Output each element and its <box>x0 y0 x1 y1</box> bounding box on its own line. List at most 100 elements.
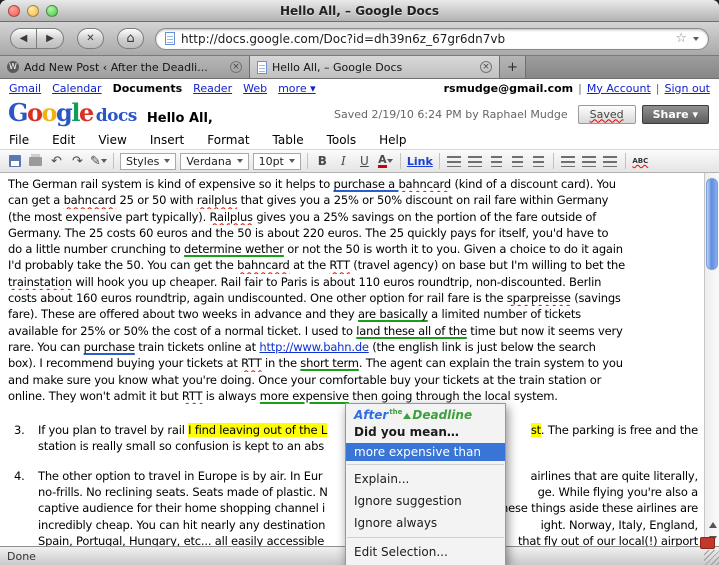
zoom-window-button[interactable] <box>46 5 58 17</box>
window-controls <box>8 5 58 17</box>
text-segment: bahncard <box>237 258 290 273</box>
scrollbar-thumb[interactable] <box>706 178 718 270</box>
indent-decrease-button[interactable] <box>488 153 505 170</box>
line-right-fragment: ight. Norway, Italy, England, <box>540 517 699 533</box>
save-button-toolbar[interactable] <box>6 153 23 170</box>
menu-item-edit[interactable]: Edit <box>52 133 75 147</box>
indent-increase-button[interactable] <box>509 153 526 170</box>
google-service-link[interactable]: Calendar <box>52 82 101 95</box>
undo-button[interactable]: ↶ <box>48 153 65 170</box>
share-button[interactable]: Share ▾ <box>641 104 709 124</box>
popup-menu-item[interactable]: Ignore always <box>346 512 505 534</box>
logo-letter: g <box>56 97 73 127</box>
google-service-link[interactable]: Gmail <box>9 82 41 95</box>
tab-close-icon[interactable]: × <box>230 61 242 73</box>
align-left-button[interactable] <box>560 153 577 170</box>
google-service-link[interactable]: Reader <box>193 82 232 95</box>
vertical-scrollbar[interactable] <box>704 173 719 546</box>
text-segment: are basically <box>357 307 428 322</box>
print-icon <box>29 153 42 166</box>
url-input[interactable] <box>181 31 670 46</box>
back-button[interactable]: ◀ <box>10 28 37 49</box>
atd-logo-the: the <box>389 408 403 416</box>
italic-button[interactable]: I <box>335 153 352 170</box>
browser-tab[interactable]: Hello All, – Google Docs × <box>250 56 500 78</box>
menu-item-tools[interactable]: Tools <box>327 133 357 147</box>
align-right-button[interactable] <box>602 153 619 170</box>
text-segment: rare. You can <box>8 339 84 354</box>
popup-menu-item[interactable]: Edit Selection... <box>346 541 505 563</box>
numbered-list-button[interactable] <box>446 153 463 170</box>
text-segment: purchase a <box>333 177 399 191</box>
separator: | <box>655 81 660 95</box>
forward-button[interactable]: ▶ <box>37 28 64 49</box>
menu-item-insert[interactable]: Insert <box>150 133 184 147</box>
google-docs-logo: Google docs <box>8 97 137 129</box>
popup-menu-item[interactable]: Ignore suggestion <box>346 490 505 512</box>
new-tab-button[interactable]: + <box>500 56 526 78</box>
google-service-link[interactable]: more ▾ <box>278 82 316 95</box>
home-button[interactable]: ⌂ <box>117 28 144 49</box>
insert-link-button[interactable]: Link <box>407 153 433 170</box>
stop-button[interactable]: ✕ <box>77 28 104 49</box>
text-segment: 25 or 50 with <box>116 193 197 208</box>
browser-tab[interactable]: W Add New Post ‹ After the Deadli... × <box>0 56 250 78</box>
text-segment: RTT <box>329 258 350 273</box>
text-segment: (the english link is just below the sear… <box>368 339 596 354</box>
line-left-fragment: station is really small so confusion is … <box>38 439 324 453</box>
suggestion-menu-items: Did you mean… more expensive than Explain.… <box>346 423 505 563</box>
bullet-list-button[interactable] <box>467 153 484 170</box>
menu-separator <box>347 537 504 538</box>
google-service-link[interactable]: Web <box>243 82 267 95</box>
bold-button[interactable]: B <box>314 153 331 170</box>
menu-item-table[interactable]: Table <box>273 133 304 147</box>
menu-item-file[interactable]: File <box>9 133 29 147</box>
bookmark-star-icon[interactable]: ☆ <box>675 32 687 45</box>
tab-strip: W Add New Post ‹ After the Deadli... × Hell… <box>0 56 500 78</box>
text-segment: I find leaving out of the L <box>188 423 328 438</box>
underline-button[interactable]: U <box>356 153 373 170</box>
text-segment: The other option to travel in Europe is … <box>38 468 323 483</box>
menu-item-view[interactable]: View <box>98 133 126 147</box>
menu-item-format[interactable]: Format <box>207 133 249 147</box>
styles-label: Styles <box>126 154 160 168</box>
account-link[interactable]: My Account <box>587 82 651 95</box>
saved-button[interactable]: Saved <box>577 104 636 124</box>
text-segment: airlines that are quite literally, <box>530 468 699 483</box>
font-dropdown[interactable]: Verdana <box>180 152 249 170</box>
text-segment: short term <box>300 356 359 371</box>
address-bar[interactable]: ☆ <box>155 27 709 50</box>
back-icon: ◀ <box>19 33 28 44</box>
blockquote-button[interactable] <box>530 153 547 170</box>
close-window-button[interactable] <box>8 5 20 17</box>
scroll-up-button[interactable] <box>705 518 719 532</box>
home-icon: ⌂ <box>126 31 135 46</box>
after-the-deadline-badge-icon[interactable] <box>700 537 715 549</box>
spellcheck-button[interactable]: ABC <box>632 153 649 170</box>
text-segment: in the <box>261 356 301 371</box>
align-center-button[interactable] <box>581 153 598 170</box>
document-line: box). I recommend buying your tickets at… <box>8 355 700 371</box>
document-paragraph: The German rail system is kind of expens… <box>8 176 700 404</box>
popup-menu-item[interactable]: more expensive than <box>346 443 505 461</box>
resize-grip[interactable] <box>704 550 719 565</box>
text-color-button[interactable]: A <box>377 153 394 170</box>
text-segment: ight. Norway, Italy, England, <box>540 517 699 532</box>
redo-button[interactable]: ↷ <box>69 153 86 170</box>
print-button[interactable] <box>27 153 44 170</box>
window-titlebar[interactable]: Hello All, – Google Docs <box>0 0 719 22</box>
styles-dropdown[interactable]: Styles <box>120 152 177 170</box>
menu-item-help[interactable]: Help <box>379 133 406 147</box>
line-left-fragment: Spain, Portugal, Hungary, etc... all eas… <box>38 534 324 546</box>
browser-navbar: ◀ ▶ ✕ ⌂ ☆ <box>0 22 719 56</box>
font-size-dropdown[interactable]: 10pt <box>252 152 301 170</box>
account-link[interactable]: Sign out <box>664 82 710 95</box>
text-color-icon: A <box>378 152 387 168</box>
format-painter-button[interactable]: ✎ <box>90 153 107 170</box>
text-segment: gives you a 25% savings on the portion o… <box>252 209 597 224</box>
saved-button-label: Saved <box>589 107 624 121</box>
url-dropdown-icon[interactable] <box>693 36 699 41</box>
minimize-window-button[interactable] <box>27 5 39 17</box>
tab-close-icon[interactable]: × <box>480 61 492 73</box>
popup-menu-item[interactable]: Explain... <box>346 468 505 490</box>
